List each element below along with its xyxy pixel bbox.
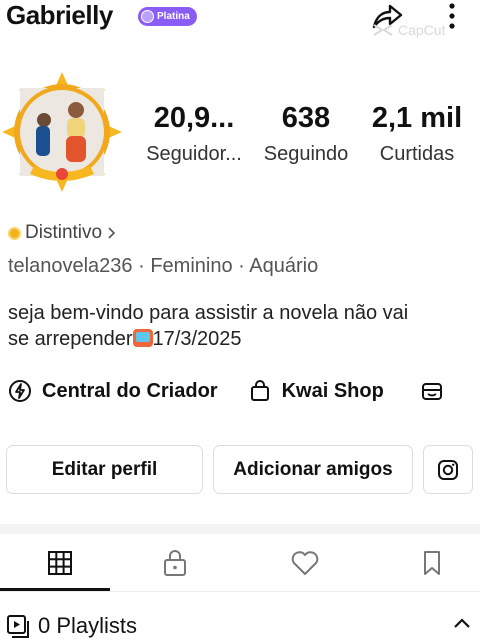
playlists-label: 0 Playlists [38,613,138,638]
stat-followers[interactable]: 20,9... Seguidor... [140,102,248,166]
followers-count: 20,9... [153,102,235,134]
profile-links: Central do Criador Kwai Shop [8,377,480,405]
playlists-header[interactable]: 0 Playlists [6,612,476,640]
active-tab-indicator [0,588,110,591]
edit-profile-button[interactable]: Editar perfil [6,445,203,494]
tab-saved[interactable] [372,534,480,592]
capcut-watermark: CapCut [372,22,445,38]
capcut-logo-icon [373,24,393,36]
grid-icon [48,551,72,575]
following-count: 638 [281,102,331,134]
profile-header: Gabrielly Platina CapCut [0,0,480,40]
chevron-right-icon [108,227,116,239]
tab-private[interactable] [115,534,235,592]
bio-line-1: seja bem-vindo para assistir a novela nã… [8,302,409,324]
watermark-text: CapCut [398,22,446,38]
kwai-shop-label: Kwai Shop [281,379,384,402]
tab-liked[interactable] [245,534,365,592]
followers-label: Seguidor... [146,143,242,165]
username: Gabrielly [6,0,113,30]
stat-following[interactable]: 638 Seguindo [256,102,356,166]
kwai-shop-link[interactable]: Kwai Shop [248,379,384,403]
chevron-up-icon[interactable] [450,612,474,636]
bio-line-2-text: se arrepender [8,328,133,350]
distintivo-label: Distintivo [25,222,103,243]
distintivo-icon [8,226,21,240]
tab-videos[interactable] [0,534,120,592]
profile-meta: telanovela236 · Feminino · Aquário [8,255,319,277]
bio: seja bem-vindo para assistir a novela nã… [8,300,478,352]
distintivo-link[interactable]: Distintivo [8,222,116,244]
content-tabs [0,534,480,592]
creator-center-link[interactable]: Central do Criador [8,379,218,403]
badge-label: Platina [157,11,190,22]
instagram-icon [438,459,458,480]
likes-count: 2,1 mil [371,102,463,134]
shopping-bag-icon [250,380,269,401]
lock-icon [164,550,186,576]
platina-badge[interactable]: Platina [138,7,197,26]
bio-line-2: se arrepender 17/3/2025 [8,326,478,352]
bookmark-icon [424,551,440,575]
tv-emoji-icon [132,329,153,347]
heart-icon [291,551,319,575]
avatar[interactable] [0,70,124,194]
more-vertical-icon [449,3,455,29]
instagram-button[interactable] [423,445,473,494]
add-friends-button[interactable]: Adicionar amigos [213,445,413,494]
playlist-icon [7,615,29,638]
following-label: Seguindo [263,143,349,165]
avatar-frame [2,72,122,192]
lightning-circle-icon [9,380,31,402]
stat-likes[interactable]: 2,1 mil Curtidas [364,102,470,166]
store-icon [421,383,442,400]
section-divider [0,524,480,534]
creator-center-label: Central do Criador [42,379,218,402]
bio-date: 17/3/2025 [152,328,242,350]
badge-icon [141,10,154,23]
store-link[interactable] [420,379,444,403]
likes-label: Curtidas [379,143,455,165]
